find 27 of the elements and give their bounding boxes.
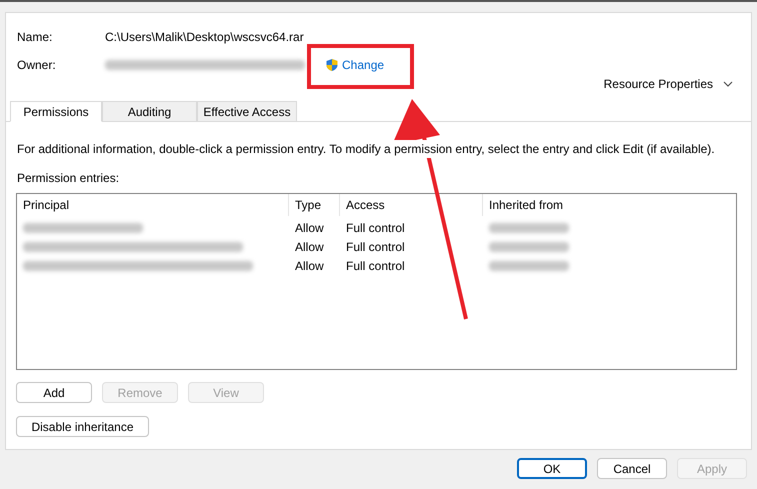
dialog-button[interactable]: Cancel [597,458,667,479]
change-link[interactable]: Change [325,56,384,74]
column-header[interactable]: Inherited from [483,194,583,216]
tab[interactable]: Permissions [10,101,102,122]
shield-icon [325,58,339,72]
field-label: Name: [17,29,54,46]
resource-properties-label[interactable]: Resource Properties [604,75,713,93]
tab[interactable]: Effective Access [197,101,297,122]
table-cell-text: Allow [294,220,325,236]
column-header[interactable]: Type [289,194,340,216]
table-cell-text: Allow [294,258,325,274]
disable-inheritance-button[interactable]: Disable inheritance [16,416,149,437]
column-header[interactable]: Access [340,194,483,216]
table-cell-text: Allow [294,238,325,256]
field-label: Owner: [17,57,57,74]
table-cell-text: Full control [345,238,406,256]
table-cell-text: Full control [345,220,406,236]
chevron-down-icon[interactable] [723,81,733,87]
table-cell-text: Full control [345,258,406,274]
tab[interactable]: Auditing [102,101,197,122]
dialog-button[interactable]: OK [517,458,587,479]
field-value: C:\Users\Malik\Desktop\wscsvc64.rar [105,29,304,46]
action-button[interactable]: Add [16,382,92,403]
permissions-list[interactable]: Principal Type Access Inherited from Allow Full control Allow Full control Allow Full control [16,193,737,370]
column-header[interactable]: Principal [17,194,289,216]
section-label: Permission entries: [16,170,120,187]
info-text: For additional information, double-click a permission entry. To modify a permission entry, select the entry and click Edit (if available). [17,140,715,158]
